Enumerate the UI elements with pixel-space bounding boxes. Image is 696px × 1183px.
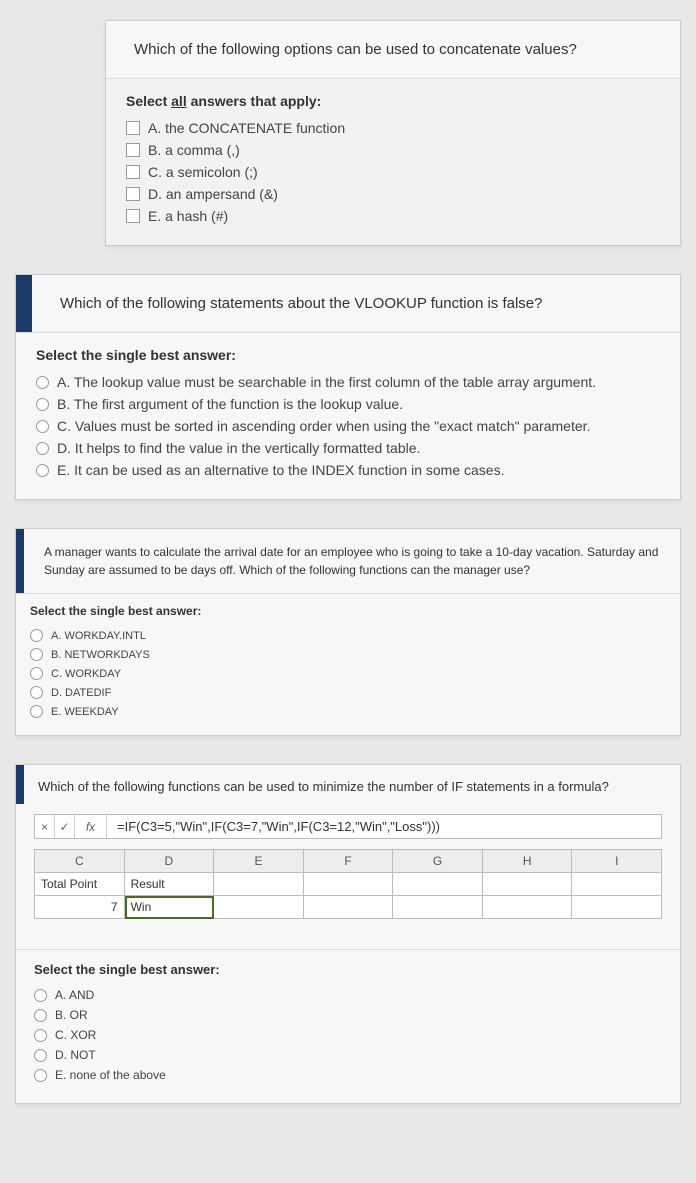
q4-instruction: Select the single best answer: — [34, 962, 662, 977]
question-1-header: Which of the following options can be us… — [106, 21, 680, 78]
q3-instruction: Select the single best answer: — [30, 604, 666, 618]
radio-icon[interactable] — [34, 1069, 47, 1082]
formula-text: =IF(C3=5,"Win",IF(C3=7,"Win",IF(C3=12,"W… — [107, 815, 661, 838]
q1-instruction: Select all answers that apply: — [126, 93, 660, 109]
q2-option-b[interactable]: B. The first argument of the function is… — [36, 393, 660, 415]
confirm-icon: ✓ — [55, 815, 75, 838]
question-1-prompt: Which of the following options can be us… — [134, 41, 652, 58]
q3-option-d[interactable]: D. DATEDIF — [30, 683, 666, 702]
col-e: E — [214, 850, 304, 873]
q1-option-b[interactable]: B. a comma (,) — [126, 139, 660, 161]
checkbox-icon[interactable] — [126, 165, 140, 179]
column-headers: C D E F G H I — [34, 849, 662, 873]
radio-icon[interactable] — [34, 1029, 47, 1042]
radio-icon[interactable] — [36, 442, 49, 455]
spreadsheet-preview: × ✓ fx =IF(C3=5,"Win",IF(C3=7,"Win",IF(C… — [16, 804, 680, 949]
accent-bar — [16, 529, 24, 593]
q3-option-a[interactable]: A. WORKDAY.INTL — [30, 626, 666, 645]
col-h: H — [483, 850, 573, 873]
radio-icon[interactable] — [36, 420, 49, 433]
q2-option-c[interactable]: C. Values must be sorted in ascending or… — [36, 415, 660, 437]
radio-icon[interactable] — [30, 667, 43, 680]
radio-icon[interactable] — [30, 705, 43, 718]
question-4: Which of the following functions can be … — [15, 764, 681, 1104]
col-g: G — [393, 850, 483, 873]
q4-option-c[interactable]: C. XOR — [34, 1025, 662, 1045]
checkbox-icon[interactable] — [126, 121, 140, 135]
formula-bar: × ✓ fx =IF(C3=5,"Win",IF(C3=7,"Win",IF(C… — [34, 814, 662, 839]
radio-icon[interactable] — [36, 376, 49, 389]
radio-icon[interactable] — [34, 1049, 47, 1062]
q2-instruction: Select the single best answer: — [36, 347, 660, 363]
cancel-icon: × — [35, 815, 55, 838]
question-2: Which of the following statements about … — [15, 274, 681, 500]
q1-option-e[interactable]: E. a hash (#) — [126, 205, 660, 227]
question-3: A manager wants to calculate the arrival… — [15, 528, 681, 736]
radio-icon[interactable] — [34, 1009, 47, 1022]
question-2-answers: Select the single best answer: A. The lo… — [16, 332, 680, 499]
question-1: Which of the following options can be us… — [105, 20, 681, 246]
q4-option-a[interactable]: A. AND — [34, 985, 662, 1005]
accent-bar — [16, 765, 24, 804]
checkbox-icon[interactable] — [126, 209, 140, 223]
fx-label: fx — [75, 815, 107, 838]
q3-option-e[interactable]: E. WEEKDAY — [30, 702, 666, 721]
q4-option-e[interactable]: E. none of the above — [34, 1065, 662, 1085]
q1-option-a[interactable]: A. the CONCATENATE function — [126, 117, 660, 139]
q2-option-a[interactable]: A. The lookup value must be searchable i… — [36, 371, 660, 393]
q3-option-c[interactable]: C. WORKDAY — [30, 664, 666, 683]
col-f: F — [304, 850, 394, 873]
col-d: D — [125, 850, 215, 873]
accent-bar — [16, 275, 32, 332]
q4-option-d[interactable]: D. NOT — [34, 1045, 662, 1065]
q1-option-d[interactable]: D. an ampersand (&) — [126, 183, 660, 205]
question-3-header: A manager wants to calculate the arrival… — [16, 529, 680, 593]
radio-icon[interactable] — [30, 629, 43, 642]
q2-option-e[interactable]: E. It can be used as an alternative to t… — [36, 459, 660, 481]
q1-option-c[interactable]: C. a semicolon (;) — [126, 161, 660, 183]
question-2-prompt: Which of the following statements about … — [60, 295, 652, 312]
question-4-prompt: Which of the following functions can be … — [38, 779, 666, 794]
radio-icon[interactable] — [36, 398, 49, 411]
radio-icon[interactable] — [36, 464, 49, 477]
q4-option-b[interactable]: B. OR — [34, 1005, 662, 1025]
radio-icon[interactable] — [30, 648, 43, 661]
radio-icon[interactable] — [30, 686, 43, 699]
table-row: 7 Win — [34, 896, 662, 919]
question-3-prompt: A manager wants to calculate the arrival… — [44, 543, 660, 579]
col-i: I — [572, 850, 662, 873]
q2-option-d[interactable]: D. It helps to find the value in the ver… — [36, 437, 660, 459]
question-2-header: Which of the following statements about … — [16, 275, 680, 332]
radio-icon[interactable] — [34, 989, 47, 1002]
active-cell: Win — [125, 896, 215, 919]
col-c: C — [35, 850, 125, 873]
question-1-answers: Select all answers that apply: A. the CO… — [106, 78, 680, 245]
question-4-header: Which of the following functions can be … — [16, 765, 680, 804]
table-row: Total Point Result — [34, 873, 662, 896]
checkbox-icon[interactable] — [126, 187, 140, 201]
question-3-answers: Select the single best answer: A. WORKDA… — [16, 593, 680, 735]
q3-option-b[interactable]: B. NETWORKDAYS — [30, 645, 666, 664]
checkbox-icon[interactable] — [126, 143, 140, 157]
question-4-answers: Select the single best answer: A. AND B.… — [16, 949, 680, 1103]
